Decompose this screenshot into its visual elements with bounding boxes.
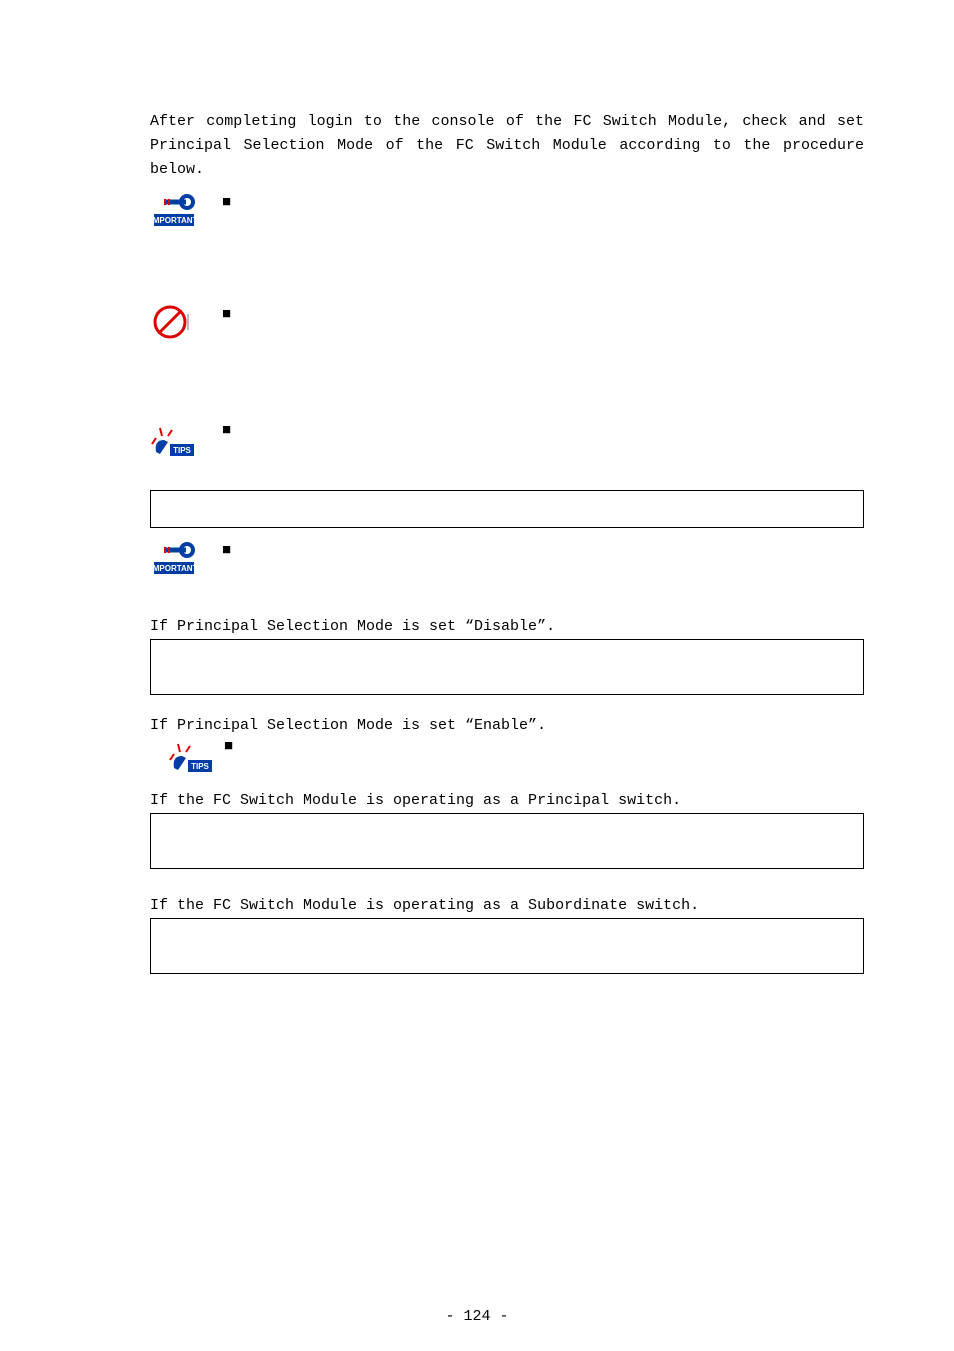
important-icon: IMPORTANT xyxy=(150,538,198,578)
bullet-4: ■ xyxy=(222,538,240,559)
prohibited-icon xyxy=(150,302,194,346)
bullet-3: ■ xyxy=(222,418,240,439)
code-box-subordinate xyxy=(150,918,864,974)
tips-icon: TIPS xyxy=(168,734,216,774)
text-disable: If Principal Selection Mode is set “Disa… xyxy=(150,618,864,635)
callout-important-1: IMPORTANT ■ xyxy=(150,190,864,230)
tips-label-1: TIPS xyxy=(173,446,191,455)
callout-tips-2: TIPS ■ xyxy=(150,734,864,774)
callout-important-2: IMPORTANT ■ xyxy=(150,538,864,578)
bullet-2: ■ xyxy=(222,302,240,323)
text-enable: If Principal Selection Mode is set “Enab… xyxy=(150,717,864,734)
text-subordinate: If the FC Switch Module is operating as … xyxy=(150,897,864,914)
callout-tips-1: TIPS ■ xyxy=(150,418,864,458)
bullet-1: ■ xyxy=(222,190,240,211)
tips-label-2: TIPS xyxy=(191,762,209,771)
bullet-5: ■ xyxy=(224,734,242,755)
callout-prohibited: ■ xyxy=(150,302,864,346)
important-label: IMPORTANT xyxy=(151,564,198,573)
tips-icon: TIPS xyxy=(150,418,198,458)
code-box-disable xyxy=(150,639,864,695)
intro-paragraph: After completing login to the console of… xyxy=(150,110,864,182)
important-icon: IMPORTANT xyxy=(150,190,198,230)
page-number: - 124 - xyxy=(0,1308,954,1325)
code-box-principal xyxy=(150,813,864,869)
code-box-1 xyxy=(150,490,864,528)
important-label: IMPORTANT xyxy=(151,216,198,225)
text-principal: If the FC Switch Module is operating as … xyxy=(150,792,864,809)
